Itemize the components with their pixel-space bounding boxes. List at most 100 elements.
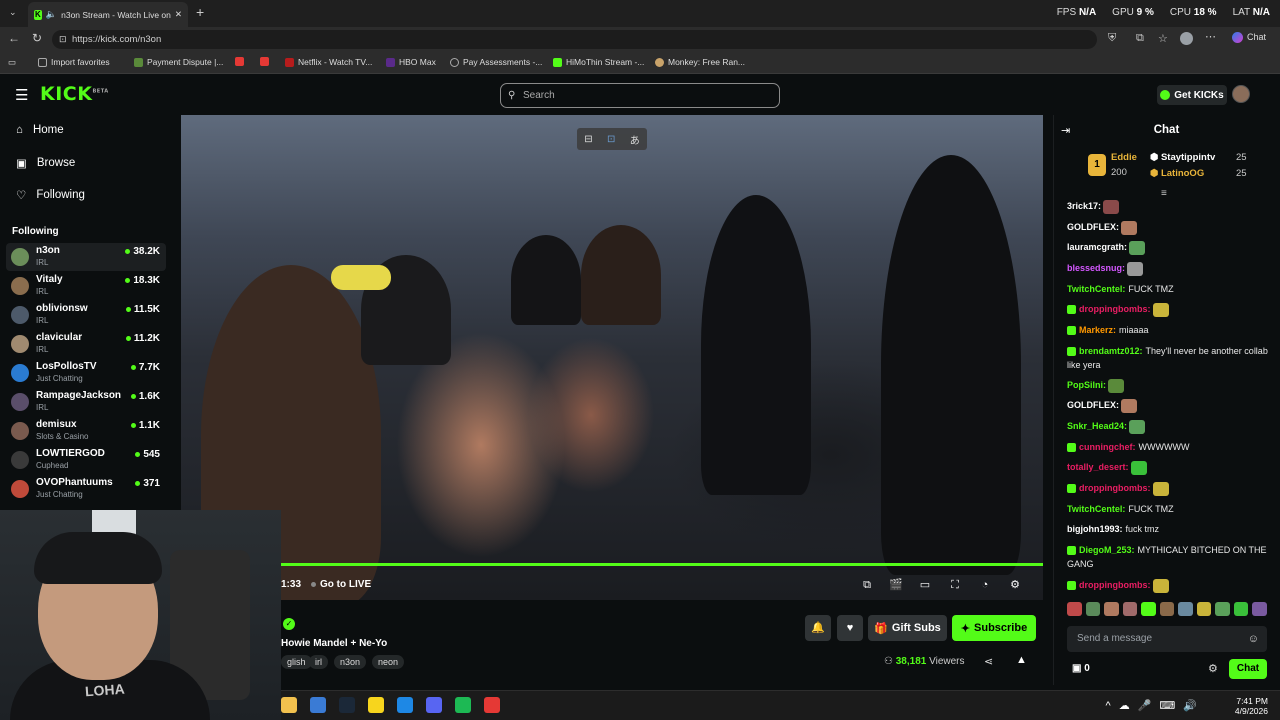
subscribe-button[interactable]: ✦ Subscribe — [952, 615, 1036, 641]
sticky-notes-icon[interactable] — [368, 697, 384, 713]
gifter-name[interactable]: Eddie — [1111, 152, 1137, 163]
bookmark-youtube-2[interactable] — [260, 57, 269, 66]
bookmark-import[interactable]: Import favorites — [38, 57, 110, 67]
notification-bell-button[interactable]: 🔔 — [805, 615, 831, 641]
file-explorer-icon[interactable] — [281, 697, 297, 713]
tab-list-chevron-icon[interactable]: ⌄ — [9, 7, 17, 18]
taskbar-clock[interactable]: 7:41 PM 4/9/2026 — [1235, 696, 1268, 716]
chat-username[interactable]: TwitchCentel: — [1067, 504, 1125, 514]
gifter-name[interactable]: ⬢ LatinoOG — [1150, 168, 1204, 179]
sidebar-channel[interactable]: oblivionsw IRL 11.5K — [6, 301, 166, 329]
menu-icon[interactable]: ☰ — [15, 86, 28, 104]
chat-username[interactable]: GOLDFLEX: — [1067, 400, 1119, 410]
quick-emote-icon[interactable] — [1215, 602, 1230, 616]
quick-emote-icon[interactable] — [1122, 602, 1138, 616]
emoji-picker-icon[interactable]: ☺ — [1248, 626, 1259, 652]
nav-browse[interactable]: ▣ Browse — [16, 156, 75, 170]
chat-username[interactable]: blessedsnug: — [1067, 263, 1125, 273]
quick-emote-icon[interactable] — [1159, 602, 1175, 616]
bookmark-youtube-1[interactable] — [235, 57, 244, 66]
split-screen-icon[interactable]: ⧉ — [1136, 32, 1144, 45]
chat-username[interactable]: droppingbombs: — [1079, 304, 1151, 314]
store-icon[interactable] — [310, 697, 326, 713]
expand-gifters-icon[interactable]: ≡ — [1161, 188, 1167, 199]
gift-subs-button[interactable]: 🎁 Gift Subs — [868, 615, 947, 641]
stream-tag[interactable]: neon — [372, 655, 405, 669]
tab-close-icon[interactable]: ✕ — [175, 9, 182, 20]
chat-username[interactable]: Markerz: — [1079, 325, 1116, 335]
theater-mode-icon[interactable]: ▭ — [917, 577, 933, 593]
fullscreen-icon[interactable]: ⛶ — [947, 577, 963, 593]
chat-username[interactable]: cunningchef: — [1079, 442, 1136, 452]
settings-gear-icon[interactable]: ⚙ — [1007, 577, 1023, 593]
sidebar-channel[interactable]: OVOPhantuums Just Chatting 371 — [6, 475, 166, 503]
reading-list-icon[interactable]: ▭ — [8, 57, 16, 68]
go-to-live-button[interactable]: Go to LIVE — [311, 579, 371, 590]
cloud-icon[interactable]: ☁ — [1119, 700, 1138, 712]
chat-username[interactable]: brendamtz012: — [1079, 346, 1143, 356]
nav-home[interactable]: ⌂ Home — [16, 124, 64, 136]
send-chat-button[interactable]: Chat — [1229, 659, 1267, 679]
discord-icon[interactable] — [426, 697, 442, 713]
clip-icon[interactable]: ⊟ — [584, 134, 592, 145]
sidebar-channel[interactable]: n3on IRL 38.2K — [6, 243, 166, 271]
more-menu-icon[interactable]: ⋯ — [1205, 30, 1216, 43]
miniplayer-icon[interactable]: ⧉ — [859, 577, 875, 593]
profile-avatar[interactable] — [1180, 32, 1193, 45]
browser-tab-active[interactable]: K 🔈 n3on Stream - Watch Live on ✕ — [28, 2, 188, 27]
app-red-icon[interactable] — [484, 697, 500, 713]
follow-heart-button[interactable]: ♥ — [837, 615, 863, 641]
chat-username[interactable]: totally_desert: — [1067, 462, 1129, 472]
quick-emote-icon[interactable] — [1104, 602, 1119, 616]
chat-settings-icon[interactable]: ⚙ — [1208, 662, 1218, 675]
bookmark-himothin[interactable]: HiMoThin Stream -... — [553, 57, 644, 67]
chat-username[interactable]: droppingbombs: — [1079, 483, 1151, 493]
new-tab-icon[interactable]: + — [196, 4, 204, 20]
stream-tag[interactable]: n3on — [334, 655, 367, 669]
translate-icon[interactable]: あ — [630, 132, 640, 147]
bookmark-netflix[interactable]: Netflix - Watch TV... — [285, 57, 372, 67]
report-warning-icon[interactable]: ▲ — [1016, 654, 1027, 666]
volume-icon[interactable]: 🔊 — [1183, 700, 1205, 712]
quick-emote-icon[interactable] — [1252, 602, 1268, 616]
sidebar-channel[interactable]: Vitaly IRL 18.3K — [6, 272, 166, 300]
search-input[interactable]: ⚲ Search — [500, 83, 780, 108]
chat-username[interactable]: PopSilni: — [1067, 380, 1106, 390]
quick-emote-icon[interactable] — [1178, 602, 1193, 616]
sidebar-channel[interactable]: LOWTIERGOD Cuphead 545 — [6, 446, 166, 474]
snapshot-icon[interactable]: ⊡ — [607, 134, 615, 145]
refresh-icon[interactable]: ↻ — [32, 31, 42, 45]
gifter-name[interactable]: ⬢ Staytippintv — [1150, 152, 1215, 163]
back-icon[interactable]: ← — [8, 31, 20, 45]
bookmark-payment[interactable]: Payment Dispute |... — [134, 57, 223, 67]
sidebar-channel[interactable]: demisux Slots & Casino 1.1K — [6, 417, 166, 445]
extensions-icon[interactable]: ⛨ — [1108, 32, 1116, 45]
nav-following[interactable]: ♡ Following — [16, 188, 85, 202]
spotify-icon[interactable] — [455, 697, 471, 713]
bookmark-monkey[interactable]: Monkey: Free Ran... — [655, 57, 745, 67]
chat-username[interactable]: droppingbombs: — [1079, 580, 1151, 590]
video-player[interactable] — [181, 115, 1043, 600]
quick-emote-icon[interactable] — [1196, 602, 1212, 616]
chat-username[interactable]: lauramcgrath: — [1067, 242, 1127, 252]
chat-username[interactable]: DiegoM_253: — [1079, 545, 1135, 555]
steam-icon[interactable] — [339, 697, 355, 713]
url-field[interactable]: ⊡ https://kick.com/n3on — [52, 30, 1097, 49]
tray-chevron-icon[interactable]: ^ — [1106, 700, 1119, 712]
kick-logo[interactable]: KICKBETA — [40, 83, 109, 105]
user-avatar[interactable] — [1232, 85, 1250, 103]
sidebar-channel[interactable]: RampageJackson IRL 1.6K — [6, 388, 166, 416]
chat-username[interactable]: TwitchCentel: — [1067, 284, 1125, 294]
stream-tag[interactable]: glish — [281, 655, 312, 669]
chat-username[interactable]: Snkr_Head24: — [1067, 421, 1127, 431]
quick-emote-icon[interactable] — [1233, 602, 1249, 616]
sidebar-channel[interactable]: clavicular IRL 11.2K — [6, 330, 166, 358]
speed-icon[interactable]: ◔ — [977, 577, 993, 593]
bookmark-pay-assessments[interactable]: Pay Assessments -... — [450, 57, 542, 67]
chat-username[interactable]: GOLDFLEX: — [1067, 222, 1119, 232]
quick-emote-icon[interactable] — [1141, 602, 1156, 616]
chat-message-input[interactable]: Send a message ☺ — [1067, 626, 1267, 652]
chat-username[interactable]: 3rick17: — [1067, 201, 1101, 211]
sidebar-channel[interactable]: LosPollosTV Just Chatting 7.7K — [6, 359, 166, 387]
quick-emote-icon[interactable] — [1067, 602, 1082, 616]
